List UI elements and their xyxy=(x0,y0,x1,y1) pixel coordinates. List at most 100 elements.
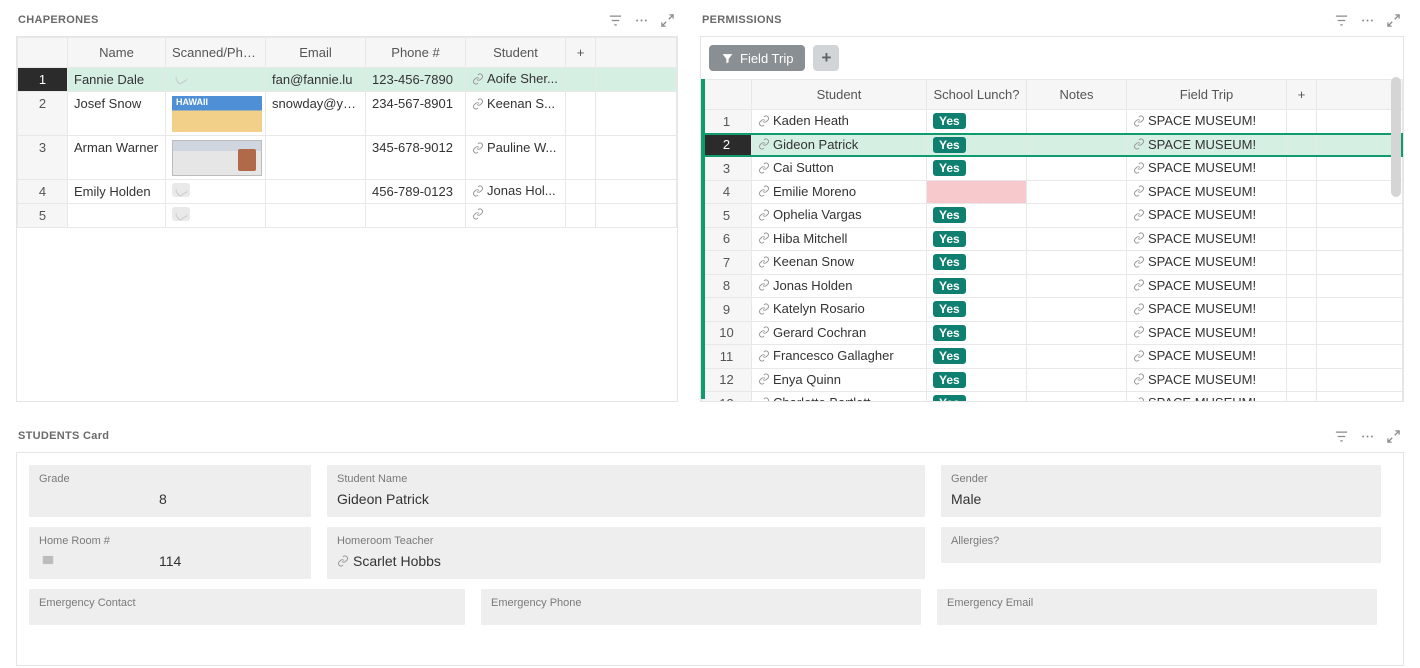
attachment-icon[interactable] xyxy=(172,183,190,197)
cell-trip[interactable]: SPACE MUSEUM! xyxy=(1127,392,1287,403)
cell-email[interactable] xyxy=(266,180,366,204)
cell-student[interactable]: Jonas Holden xyxy=(752,274,927,298)
permissions-table[interactable]: Student School Lunch? Notes Field Trip +… xyxy=(701,79,1403,402)
cell-student[interactable]: Jonas Hol... xyxy=(466,180,566,204)
more-icon[interactable] xyxy=(632,11,650,29)
row-number[interactable]: 11 xyxy=(702,345,752,369)
attachment-icon[interactable] xyxy=(172,207,190,221)
filter-chip-field-trip[interactable]: Field Trip xyxy=(709,45,805,71)
filter-icon[interactable] xyxy=(606,11,624,29)
attachment-icon[interactable] xyxy=(172,71,190,85)
cell-notes[interactable] xyxy=(1027,298,1127,322)
row-number[interactable]: 1 xyxy=(18,68,68,92)
id-thumbnail[interactable] xyxy=(172,140,262,176)
cell-lunch[interactable]: Yes xyxy=(927,368,1027,392)
table-row[interactable]: 2Gideon PatrickYes SPACE MUSEUM! xyxy=(702,133,1403,157)
cell-email[interactable] xyxy=(266,136,366,180)
row-number[interactable]: 3 xyxy=(702,157,752,181)
row-number[interactable]: 9 xyxy=(702,298,752,322)
row-number[interactable]: 1 xyxy=(702,110,752,134)
cell-student[interactable]: Charlotte Bartlett xyxy=(752,392,927,403)
cell-notes[interactable] xyxy=(1027,345,1127,369)
cell-scanned[interactable] xyxy=(166,136,266,180)
cell-notes[interactable] xyxy=(1027,251,1127,275)
add-filter-button[interactable]: + xyxy=(813,45,839,71)
cell-trip[interactable]: SPACE MUSEUM! xyxy=(1127,368,1287,392)
col-name[interactable]: Name xyxy=(68,38,166,68)
cell-trip[interactable]: SPACE MUSEUM! xyxy=(1127,274,1287,298)
table-row[interactable]: 3Cai SuttonYesSPACE MUSEUM! xyxy=(702,157,1403,181)
cell-name[interactable]: Josef Snow xyxy=(68,92,166,136)
vertical-scrollbar[interactable] xyxy=(1391,37,1401,401)
more-icon[interactable] xyxy=(1358,427,1376,445)
cell-student[interactable]: Kaden Heath xyxy=(752,110,927,134)
cell-trip[interactable]: SPACE MUSEUM! xyxy=(1127,110,1287,134)
table-row[interactable]: 1Fannie Dalefan@fannie.lu123-456-7890Aoi… xyxy=(18,68,677,92)
cell-trip[interactable]: SPACE MUSEUM! xyxy=(1127,251,1287,275)
field-homeroom-teacher[interactable]: Homeroom Teacher Scarlet Hobbs xyxy=(327,527,925,579)
more-icon[interactable] xyxy=(1358,11,1376,29)
row-number[interactable]: 6 xyxy=(702,227,752,251)
cell-student[interactable] xyxy=(466,204,566,228)
table-row[interactable]: 6Hiba MitchellYesSPACE MUSEUM! xyxy=(702,227,1403,251)
row-number[interactable]: 4 xyxy=(18,180,68,204)
field-emergency-email[interactable]: Emergency Email xyxy=(937,589,1377,625)
cell-phone[interactable]: 234-567-8901 xyxy=(366,92,466,136)
col-fieldtrip[interactable]: Field Trip xyxy=(1127,80,1287,110)
cell-trip[interactable]: SPACE MUSEUM! xyxy=(1127,321,1287,345)
cell-phone[interactable]: 345-678-9012 xyxy=(366,136,466,180)
cell-lunch[interactable]: Yes xyxy=(927,298,1027,322)
cell-lunch[interactable]: Yes xyxy=(927,110,1027,134)
cell-student[interactable]: Francesco Gallagher xyxy=(752,345,927,369)
cell-lunch[interactable]: Yes xyxy=(927,133,1027,157)
row-number[interactable]: 4 xyxy=(702,180,752,204)
row-number[interactable]: 8 xyxy=(702,274,752,298)
table-row[interactable]: 7Keenan SnowYes SPACE MUSEUM! xyxy=(702,251,1403,275)
cell-notes[interactable] xyxy=(1027,368,1127,392)
cell-scanned[interactable] xyxy=(166,92,266,136)
cell-trip[interactable]: SPACE MUSEUM! xyxy=(1127,133,1287,157)
cell-student[interactable]: Gideon Patrick xyxy=(752,133,927,157)
cell-student[interactable]: Gerard Cochran xyxy=(752,321,927,345)
cell-email[interactable]: snowday@ya... xyxy=(266,92,366,136)
cell-student[interactable]: Ophelia Vargas xyxy=(752,204,927,228)
field-emergency-contact[interactable]: Emergency Contact xyxy=(29,589,465,625)
table-row[interactable]: 13Charlotte BartlettYesSPACE MUSEUM! xyxy=(702,392,1403,403)
row-number[interactable]: 12 xyxy=(702,368,752,392)
filter-icon[interactable] xyxy=(1332,427,1350,445)
cell-student[interactable]: Keenan Snow xyxy=(752,251,927,275)
add-column-button[interactable]: + xyxy=(566,38,596,68)
row-number[interactable]: 13 xyxy=(702,392,752,403)
student-link[interactable]: Keenan S... xyxy=(487,96,555,111)
cell-email[interactable]: fan@fannie.lu xyxy=(266,68,366,92)
cell-notes[interactable] xyxy=(1027,204,1127,228)
cell-lunch[interactable]: Yes xyxy=(927,251,1027,275)
table-row[interactable]: 9Katelyn RosarioYesSPACE MUSEUM! xyxy=(702,298,1403,322)
field-student-name[interactable]: Student Name Gideon Patrick xyxy=(327,465,925,517)
add-column-button[interactable]: + xyxy=(1287,80,1317,110)
field-grade[interactable]: Grade 8 xyxy=(29,465,311,517)
cell-notes[interactable] xyxy=(1027,227,1127,251)
cell-lunch[interactable]: Yes xyxy=(927,274,1027,298)
row-number[interactable]: 7 xyxy=(702,251,752,275)
cell-scanned[interactable] xyxy=(166,68,266,92)
cell-student[interactable]: Aoife Sher... xyxy=(466,68,566,92)
table-row[interactable]: 5Ophelia VargasYesSPACE MUSEUM! xyxy=(702,204,1403,228)
cell-student[interactable]: Enya Quinn xyxy=(752,368,927,392)
col-student[interactable]: Student xyxy=(466,38,566,68)
id-thumbnail[interactable] xyxy=(172,96,262,132)
row-number[interactable]: 5 xyxy=(18,204,68,228)
cell-name[interactable]: Arman Warner xyxy=(68,136,166,180)
row-number[interactable]: 2 xyxy=(702,133,752,157)
student-link[interactable]: Aoife Sher... xyxy=(487,71,558,86)
student-link[interactable]: Jonas Hol... xyxy=(487,183,556,198)
row-number[interactable]: 10 xyxy=(702,321,752,345)
field-allergies[interactable]: Allergies? xyxy=(941,527,1381,563)
table-row[interactable]: 8Jonas HoldenYes SPACE MUSEUM! xyxy=(702,274,1403,298)
cell-student[interactable]: Hiba Mitchell xyxy=(752,227,927,251)
cell-notes[interactable] xyxy=(1027,321,1127,345)
cell-lunch[interactable]: Yes xyxy=(927,321,1027,345)
field-gender[interactable]: Gender Male xyxy=(941,465,1381,517)
cell-trip[interactable]: SPACE MUSEUM! xyxy=(1127,298,1287,322)
student-link[interactable]: Pauline W... xyxy=(487,140,556,155)
